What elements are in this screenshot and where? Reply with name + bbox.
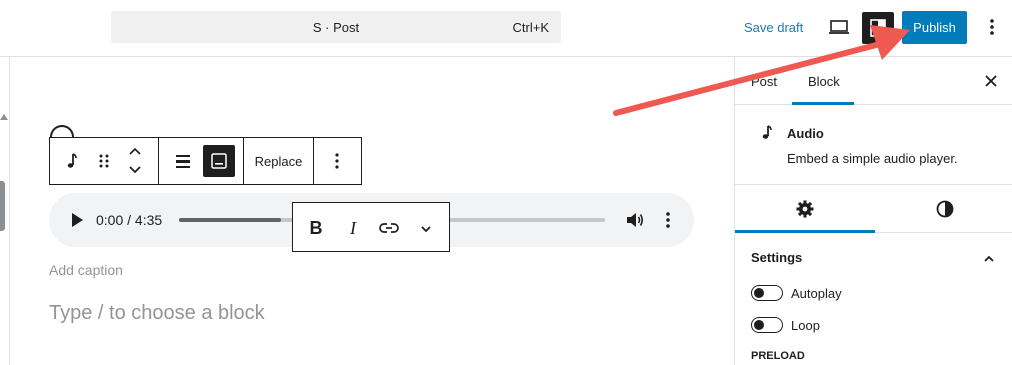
settings-gear-icon	[796, 200, 814, 218]
link-button[interactable]	[376, 215, 402, 241]
link-icon	[379, 223, 399, 233]
chevron-down-icon	[421, 226, 431, 233]
audio-icon	[67, 153, 77, 168]
bold-button[interactable]: B	[303, 215, 329, 241]
move-down-button[interactable]	[123, 160, 147, 178]
left-edge-panel	[0, 57, 10, 365]
preload-label: PRELOAD	[751, 350, 805, 362]
close-sidebar-button[interactable]	[981, 71, 1001, 91]
loop-label: Loop	[791, 318, 820, 333]
more-vertical-icon	[990, 19, 994, 35]
audio-icon	[762, 125, 772, 139]
move-down-icon	[129, 166, 141, 174]
align-group	[159, 138, 244, 184]
tab-styles[interactable]	[933, 197, 957, 221]
options-menu-button[interactable]	[982, 14, 1002, 40]
preview-desktop-icon	[829, 20, 849, 34]
loop-toggle[interactable]	[751, 317, 783, 333]
keyboard-shortcut: Ctrl+K	[512, 20, 549, 35]
volume-icon[interactable]	[625, 210, 645, 230]
play-icon[interactable]	[67, 210, 87, 230]
scrollbar-handle[interactable]	[0, 181, 5, 231]
caret-up-icon	[0, 114, 8, 120]
audio-progress-fill	[179, 218, 282, 222]
chevron-up-icon[interactable]	[979, 249, 999, 269]
settings-panel: Settings Autoplay Loop PRELOAD	[735, 233, 1012, 365]
caption-toggle-button[interactable]	[203, 145, 235, 177]
block-description: Embed a simple audio player.	[787, 151, 958, 166]
tab-post[interactable]: Post	[751, 74, 777, 89]
audio-time: 0:00 / 4:35	[96, 212, 163, 228]
settings-sidebar: Post Block Audio Embed a simple audio pl…	[734, 57, 1012, 365]
toggle-knob	[754, 288, 764, 298]
block-card: Audio Embed a simple audio player.	[735, 105, 1012, 185]
move-up-icon	[129, 147, 141, 155]
tab-block[interactable]: Block	[808, 74, 840, 89]
save-draft-button[interactable]: Save draft	[744, 20, 803, 35]
preview-button[interactable]	[826, 14, 852, 40]
align-icon	[176, 155, 190, 168]
autoplay-toggle[interactable]	[751, 285, 783, 301]
format-toolbar: B I	[292, 202, 450, 252]
replace-button[interactable]: Replace	[244, 138, 314, 184]
caption-placeholder[interactable]: Add caption	[49, 262, 123, 278]
toggle-knob	[754, 320, 764, 330]
sidebar-tabs: Post Block	[735, 57, 1012, 105]
move-up-button[interactable]	[123, 143, 147, 161]
align-button[interactable]	[171, 149, 195, 173]
settings-sidebar-icon	[870, 19, 886, 37]
block-type-button[interactable]	[60, 149, 84, 173]
top-toolbar: S · Post Ctrl+K Save draft Publish	[0, 0, 1012, 57]
more-options-icon	[335, 153, 339, 169]
more-formats-button[interactable]	[413, 215, 439, 241]
block-options-button[interactable]	[325, 149, 349, 173]
command-palette-button[interactable]: S · Post Ctrl+K	[111, 11, 561, 43]
block-inspector-tabs	[735, 185, 1012, 233]
tab-settings[interactable]	[793, 197, 817, 221]
italic-button[interactable]: I	[340, 215, 366, 241]
block-name: Audio	[787, 126, 824, 141]
caption-icon	[211, 153, 227, 169]
block-placeholder[interactable]: Type / to choose a block	[49, 302, 265, 325]
block-toolbar: Replace	[49, 137, 362, 185]
autoplay-label: Autoplay	[791, 286, 842, 301]
player-more-icon[interactable]	[662, 210, 674, 230]
block-controls-group	[50, 138, 159, 184]
document-title: S · Post	[312, 20, 360, 35]
styles-contrast-icon	[936, 200, 954, 218]
close-icon	[985, 75, 997, 87]
publish-button[interactable]: Publish	[902, 11, 967, 44]
drag-handle-icon	[99, 154, 109, 168]
drag-handle-button[interactable]	[92, 149, 116, 173]
settings-panel-title[interactable]: Settings	[751, 250, 802, 265]
settings-sidebar-button[interactable]	[862, 12, 894, 44]
